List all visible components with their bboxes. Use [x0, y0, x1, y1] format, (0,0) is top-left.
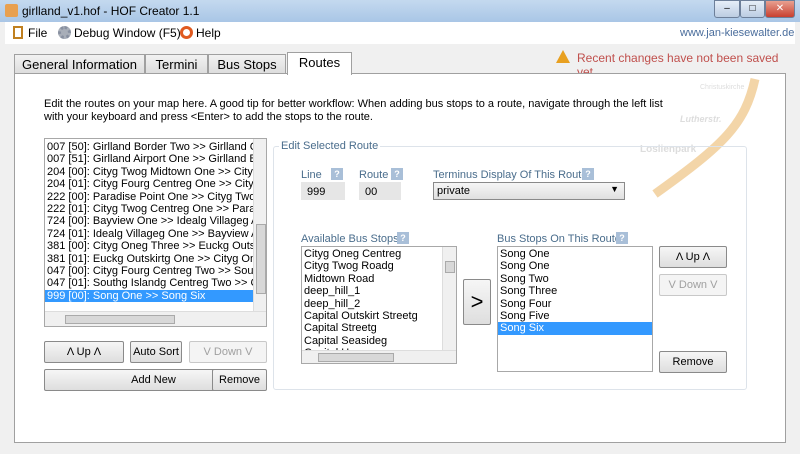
available-stop-item[interactable]: deep_hill_1 — [302, 285, 443, 297]
route-list-item[interactable]: 222 [01]: Cityg Twog Centreg One >> Para… — [45, 203, 264, 215]
group-title: Edit Selected Route — [279, 140, 381, 152]
chevron-down-icon: ▼ — [610, 184, 619, 194]
routes-vscrollbar[interactable] — [253, 139, 266, 311]
route-stops-list[interactable]: Song One Song One Song Two Song Three Song F… — [497, 246, 653, 372]
route-list-item[interactable]: 204 [01]: Cityg Fourg Centreg One >> Cit… — [45, 178, 266, 190]
menu-bar: File Debug Window (F5) Help www.jan-kies… — [5, 22, 795, 44]
routes-panel: Christuskirche Lutherstr. Loslienpark Ed… — [14, 73, 786, 443]
map-label: Christuskirche — [700, 84, 745, 91]
help-icon[interactable]: ? — [391, 168, 403, 180]
title-bar: girlland_v1.hof - HOF Creator 1.1 – □ ✕ — [0, 0, 800, 22]
gear-icon — [58, 26, 71, 39]
tab-termini[interactable]: Termini — [145, 54, 208, 74]
edit-route-group: Edit Selected Route Line ? 999 Route ? 0… — [273, 140, 747, 390]
route-stop-item[interactable]: Song Six — [498, 322, 652, 335]
available-stop-item[interactable]: Capital Streetg — [302, 322, 443, 334]
routes-hscrollbar[interactable] — [45, 311, 266, 326]
route-list-item[interactable]: 007 [51]: Girlland Airport One >> Girlla… — [45, 153, 263, 165]
route-list-item[interactable]: 047 [00]: Cityg Fourg Centreg Two >> Sou… — [45, 265, 263, 277]
line-label: Line — [301, 169, 322, 181]
warning-icon — [556, 50, 570, 63]
help-icon[interactable]: ? — [397, 232, 409, 244]
available-vscrollbar[interactable] — [442, 247, 456, 350]
terminus-label: Terminus Display Of This Route — [433, 169, 588, 181]
available-stop-item[interactable]: deep_hill_2 — [302, 298, 443, 310]
route-stop-item[interactable]: Song Four — [498, 298, 652, 310]
available-hscrollbar[interactable] — [302, 350, 456, 363]
terminus-value: private — [437, 185, 471, 197]
route-list-item[interactable]: 047 [01]: Southg Islandg Centreg Two >> … — [45, 277, 264, 289]
route-field: 00 — [359, 182, 401, 200]
help-icon[interactable]: ? — [582, 168, 594, 180]
menu-help[interactable]: Help — [196, 26, 221, 40]
available-stop-item[interactable]: Cityg Oneg Centreg — [302, 248, 443, 260]
website-link[interactable]: www.jan-kiesewalter.de — [680, 27, 794, 39]
route-stop-item[interactable]: Song One — [498, 260, 652, 272]
route-list-item[interactable]: 381 [01]: Euckg Outskirtg One >> Cityg O… — [45, 253, 266, 265]
stop-down-button[interactable]: V Down V — [659, 274, 727, 296]
route-list-item[interactable]: 381 [00]: Cityg Oneg Three >> Euckg Outs… — [45, 240, 266, 252]
available-stop-item[interactable]: Capital Outskirt Streetg — [302, 310, 443, 322]
available-stop-item[interactable]: Midtown Road — [302, 273, 443, 285]
route-list-item[interactable]: 724 [00]: Bayview One >> Idealg Villageg… — [45, 215, 263, 227]
route-list-item[interactable]: 222 [00]: Paradise Point One >> Cityg Tw… — [45, 191, 261, 203]
route-stop-item[interactable]: Song One — [498, 248, 652, 260]
available-stops-list[interactable]: Cityg Oneg Centreg Cityg Twog Roadg Midtow… — [301, 246, 457, 364]
help-icon[interactable]: ? — [331, 168, 343, 180]
route-list-item[interactable]: 999 [00]: Song One >> Song Six — [45, 289, 253, 303]
tab-bus-stops[interactable]: Bus Stops — [208, 54, 286, 74]
minimize-button[interactable]: – — [714, 0, 740, 18]
maximize-button[interactable]: □ — [740, 0, 765, 18]
remove-route-button[interactable]: Remove — [212, 369, 267, 391]
route-up-button[interactable]: Λ Up Λ — [44, 341, 124, 363]
available-stop-item[interactable]: Cityg Twog Roadg — [302, 260, 443, 272]
close-button[interactable]: ✕ — [765, 0, 795, 18]
route-down-button[interactable]: V Down V — [189, 341, 267, 363]
terminus-select[interactable]: private ▼ — [433, 182, 625, 200]
description-line: with your keyboard and press <Enter> to … — [44, 111, 373, 123]
menu-file[interactable]: File — [28, 26, 47, 40]
help-icon[interactable]: ? — [616, 232, 628, 244]
available-stop-item[interactable]: Capital Seasideg — [302, 335, 443, 347]
available-stops-label: Available Bus Stops — [301, 233, 399, 245]
route-stops-label: Bus Stops On This Route — [497, 233, 621, 245]
lifebuoy-icon — [180, 26, 193, 39]
menu-debug-window[interactable]: Debug Window (F5) — [74, 26, 181, 40]
description-line: Edit the routes on your map here. A good… — [44, 98, 663, 110]
tab-general-information[interactable]: General Information — [14, 54, 145, 74]
remove-stop-button[interactable]: Remove — [659, 351, 727, 373]
route-list-item[interactable]: 724 [01]: Idealg Villageg One >> Bayview… — [45, 228, 263, 240]
route-stop-item[interactable]: Song Five — [498, 310, 652, 322]
window-title: girlland_v1.hof - HOF Creator 1.1 — [22, 4, 200, 18]
stop-up-button[interactable]: Λ Up Λ — [659, 246, 727, 268]
route-label: Route — [359, 169, 389, 181]
tab-routes[interactable]: Routes — [287, 52, 352, 75]
route-list-item[interactable]: 007 [50]: Girlland Border Two >> Girllan… — [45, 141, 264, 153]
file-icon — [13, 26, 23, 39]
route-stop-item[interactable]: Song Two — [498, 273, 652, 285]
routes-list[interactable]: 007 [50]: Girlland Border Two >> Girllan… — [44, 138, 267, 327]
app-icon — [5, 4, 18, 17]
add-stop-button[interactable]: > — [463, 279, 491, 325]
route-list-item[interactable]: 204 [00]: Cityg Twog Midtown One >> City… — [45, 166, 266, 178]
line-field: 999 — [301, 182, 345, 200]
auto-sort-button[interactable]: Auto Sort — [130, 341, 182, 363]
route-stop-item[interactable]: Song Three — [498, 285, 652, 297]
map-label: Lutherstr. — [680, 114, 722, 124]
